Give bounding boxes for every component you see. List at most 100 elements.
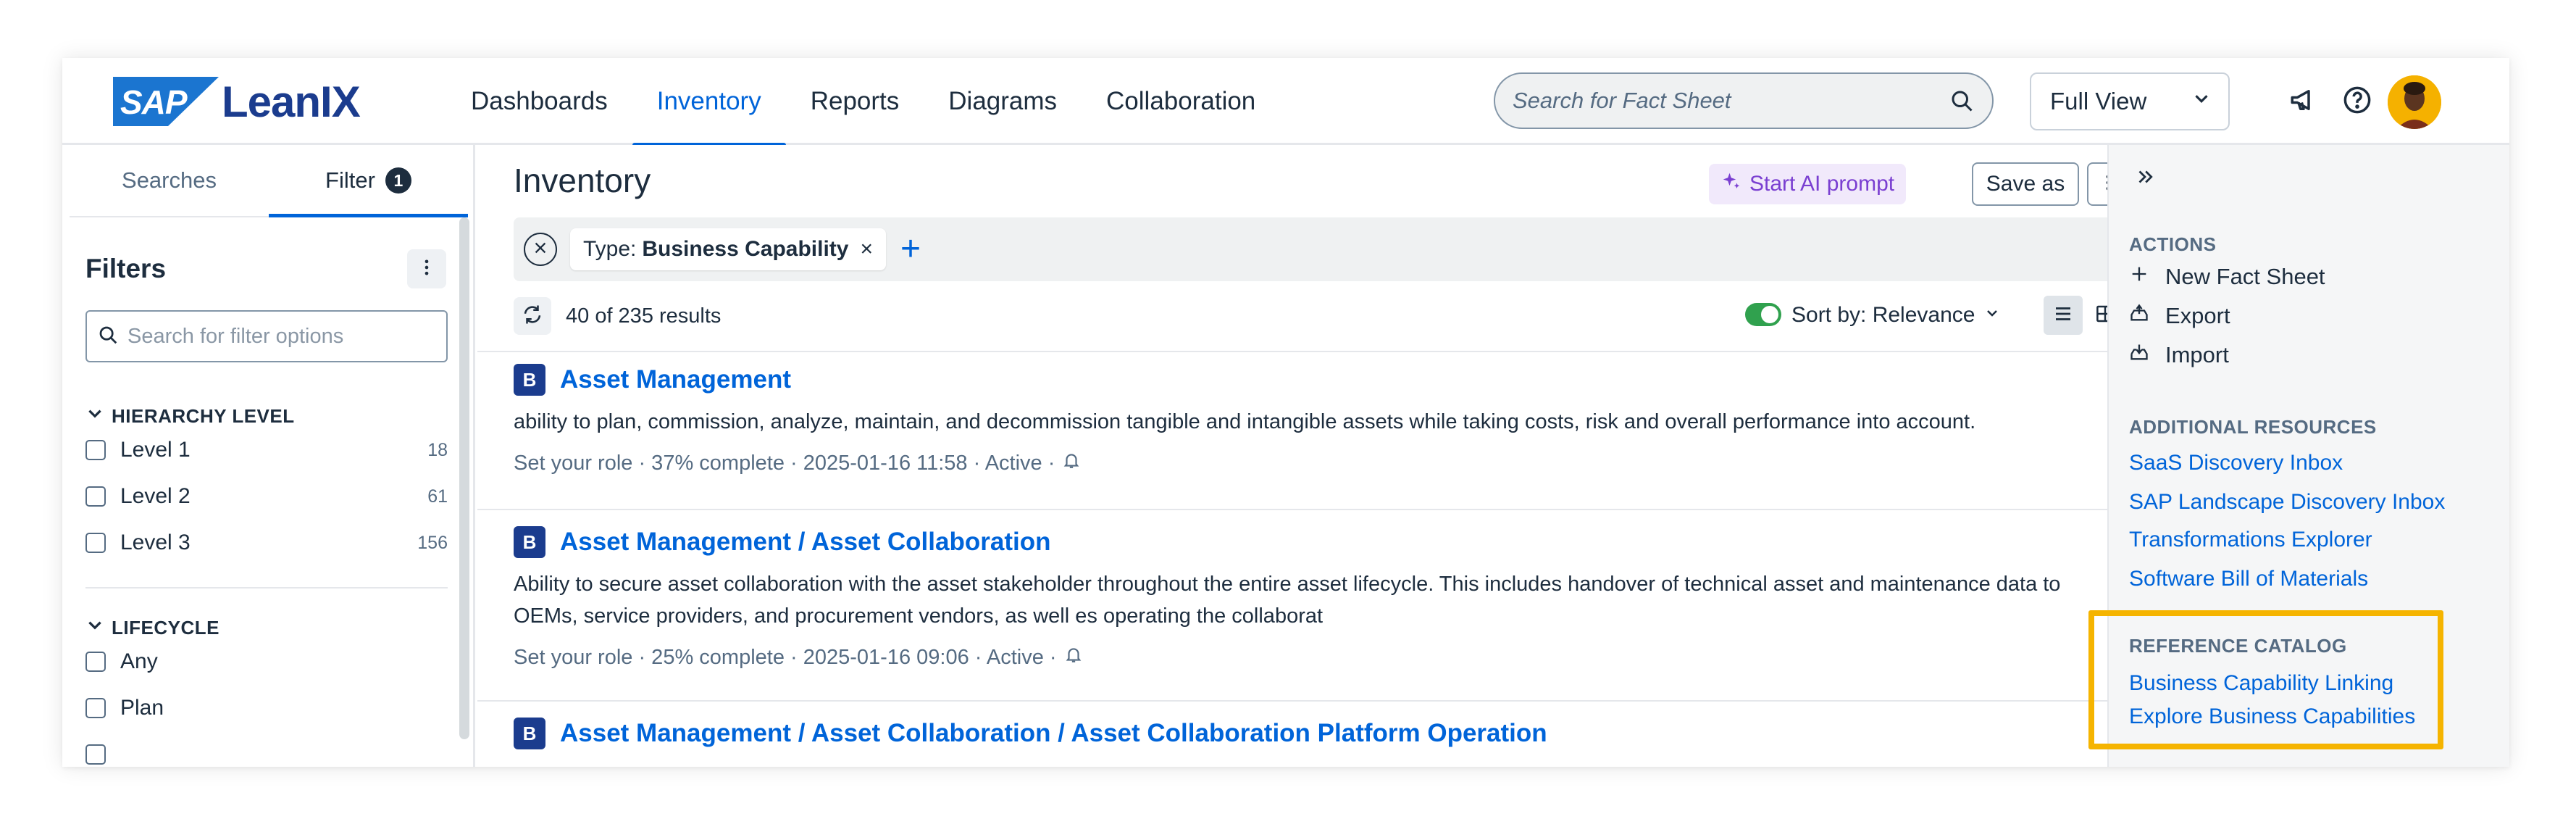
relevance-toggle[interactable] bbox=[1745, 303, 1781, 326]
fact-sheet-meta-text: Set your role · 37% complete · 2025-01-1… bbox=[514, 451, 1055, 475]
checkbox[interactable] bbox=[85, 440, 106, 460]
filter-panel-scrollbar[interactable] bbox=[459, 217, 469, 739]
list-separator bbox=[477, 700, 2107, 702]
results-toolbar: 40 of 235 results Sort by: Relevance bbox=[514, 294, 2107, 338]
help-button[interactable] bbox=[2334, 78, 2380, 125]
start-ai-prompt-button[interactable]: Start AI prompt bbox=[1709, 164, 1907, 204]
filter-option-label: Level 1 bbox=[120, 438, 191, 462]
hierarchy-level-header[interactable]: HIERARCHY LEVEL bbox=[85, 404, 295, 428]
refresh-button[interactable] bbox=[514, 297, 551, 335]
fact-sheet-search-input[interactable] bbox=[1513, 88, 1949, 114]
export-button[interactable]: Export bbox=[2129, 303, 2230, 329]
list-item: B Asset Management ability to plan, comm… bbox=[514, 362, 2107, 475]
close-icon bbox=[532, 240, 548, 259]
filter-chip-type[interactable]: Type: Business Capability × bbox=[570, 228, 886, 270]
item-title-row: B Asset Management bbox=[514, 362, 2107, 397]
collapse-panel-button[interactable] bbox=[2128, 161, 2162, 196]
chevron-down-icon bbox=[85, 404, 112, 428]
transformations-explorer-link[interactable]: Transformations Explorer bbox=[2129, 528, 2372, 552]
chip-prefix: Type: bbox=[583, 237, 637, 261]
view-select-value: Full View bbox=[2050, 88, 2147, 115]
sap-landscape-discovery-inbox-link[interactable]: SAP Landscape Discovery Inbox bbox=[2129, 490, 2445, 515]
lifecycle-title: LIFECYCLE bbox=[112, 617, 219, 639]
filter-options-input[interactable] bbox=[127, 324, 436, 349]
checkbox[interactable] bbox=[85, 533, 106, 553]
sap-leanix-logo[interactable]: SAP LeanIX bbox=[113, 75, 361, 128]
nav-inventory[interactable]: Inventory bbox=[632, 58, 786, 147]
software-bill-of-materials-link[interactable]: Software Bill of Materials bbox=[2129, 567, 2368, 591]
megaphone-icon bbox=[2288, 85, 2319, 119]
chevron-down-icon bbox=[85, 616, 112, 640]
filter-option-plan[interactable]: Plan bbox=[85, 690, 448, 726]
checkbox[interactable] bbox=[85, 652, 106, 672]
filter-option-count: 18 bbox=[427, 439, 448, 460]
plus-icon bbox=[2129, 264, 2165, 290]
nav-diagrams[interactable]: Diagrams bbox=[924, 58, 1082, 145]
page-title: Inventory bbox=[514, 162, 651, 199]
view-select[interactable]: Full View bbox=[2030, 72, 2230, 130]
filter-option-level-3[interactable]: Level 3 156 bbox=[85, 525, 448, 561]
save-as-button[interactable]: Save as bbox=[1972, 162, 2079, 206]
filter-option-label: Level 3 bbox=[120, 531, 191, 554]
more-vertical-icon bbox=[2098, 172, 2107, 196]
bell-icon[interactable] bbox=[1057, 645, 1083, 670]
more-vertical-icon bbox=[417, 257, 437, 281]
sort-dropdown[interactable]: Sort by: Relevance bbox=[1791, 303, 2001, 328]
sort-label: Sort by: Relevance bbox=[1791, 303, 1975, 327]
fact-sheet-link[interactable]: Asset Management / Asset Collaboration bbox=[560, 528, 1050, 557]
item-title-row: B Asset Management / Asset Collaboration bbox=[514, 525, 2107, 560]
add-filter-button[interactable]: + bbox=[900, 232, 921, 267]
list-icon bbox=[2052, 303, 2074, 328]
fact-sheet-link[interactable]: Asset Management bbox=[560, 365, 791, 394]
saas-discovery-inbox-link[interactable]: SaaS Discovery Inbox bbox=[2129, 451, 2343, 475]
checkbox[interactable] bbox=[85, 744, 106, 765]
list-view-button[interactable] bbox=[2044, 296, 2083, 335]
hierarchy-level-title: HIERARCHY LEVEL bbox=[112, 405, 295, 427]
refresh-icon bbox=[522, 304, 543, 329]
chip-remove-icon[interactable]: × bbox=[860, 237, 873, 262]
filter-option-count: 61 bbox=[427, 486, 448, 507]
checkbox[interactable] bbox=[85, 486, 106, 507]
bell-icon[interactable] bbox=[1055, 451, 1081, 475]
search-icon[interactable] bbox=[1949, 88, 1975, 114]
fact-sheet-description: ability to plan, commission, analyze, ma… bbox=[514, 410, 1976, 433]
fact-sheet-description: Ability to secure asset collaboration wi… bbox=[514, 573, 2061, 628]
fact-sheet-meta-text: Set your role · 25% complete · 2025-01-1… bbox=[514, 645, 1057, 669]
fact-sheet-type-badge: B bbox=[514, 526, 545, 558]
help-icon bbox=[2342, 85, 2372, 119]
filters-title: Filters bbox=[85, 254, 167, 283]
filter-option-level-2[interactable]: Level 2 61 bbox=[85, 478, 448, 515]
filter-option-level-1[interactable]: Level 1 18 bbox=[85, 432, 448, 468]
fact-sheet-meta: Set your role · 37% complete · 2025-01-1… bbox=[514, 451, 2107, 475]
fact-sheet-link[interactable]: Asset Management / Asset Collaboration /… bbox=[560, 719, 1547, 748]
clear-filters-button[interactable] bbox=[524, 233, 557, 266]
announcements-button[interactable] bbox=[2280, 78, 2327, 125]
new-fact-sheet-label: New Fact Sheet bbox=[2165, 264, 2325, 289]
export-label: Export bbox=[2165, 303, 2230, 328]
active-filter-bar: Type: Business Capability × + bbox=[514, 217, 2107, 281]
nav-reports[interactable]: Reports bbox=[786, 58, 924, 145]
tab-searches[interactable]: Searches bbox=[70, 145, 269, 216]
filter-option-count: 156 bbox=[417, 532, 448, 553]
lifecycle-header[interactable]: LIFECYCLE bbox=[85, 616, 219, 640]
filters-more-button[interactable] bbox=[407, 249, 446, 288]
chevron-down-icon bbox=[2191, 88, 2212, 115]
tab-filter-label: Filter bbox=[325, 167, 375, 193]
import-button[interactable]: Import bbox=[2129, 342, 2229, 368]
filter-option-partial[interactable] bbox=[85, 736, 448, 767]
avatar[interactable] bbox=[2388, 75, 2441, 129]
fact-sheet-search bbox=[1494, 72, 1994, 129]
new-fact-sheet-button[interactable]: New Fact Sheet bbox=[2129, 264, 2325, 290]
import-label: Import bbox=[2165, 342, 2229, 367]
filter-option-any[interactable]: Any bbox=[85, 644, 448, 680]
checkbox[interactable] bbox=[85, 698, 106, 718]
nav-dashboards[interactable]: Dashboards bbox=[446, 58, 632, 145]
more-options-button[interactable] bbox=[2087, 162, 2107, 206]
filter-option-label: Plan bbox=[120, 696, 164, 720]
filter-options-search bbox=[85, 310, 448, 362]
top-header: SAP LeanIX Dashboards Inventory Reports … bbox=[62, 58, 2509, 147]
table-view-button[interactable] bbox=[2086, 296, 2107, 335]
main-nav: Dashboards Inventory Reports Diagrams Co… bbox=[446, 58, 1280, 147]
nav-collaboration[interactable]: Collaboration bbox=[1082, 58, 1280, 145]
tab-filter[interactable]: Filter 1 bbox=[269, 145, 468, 217]
